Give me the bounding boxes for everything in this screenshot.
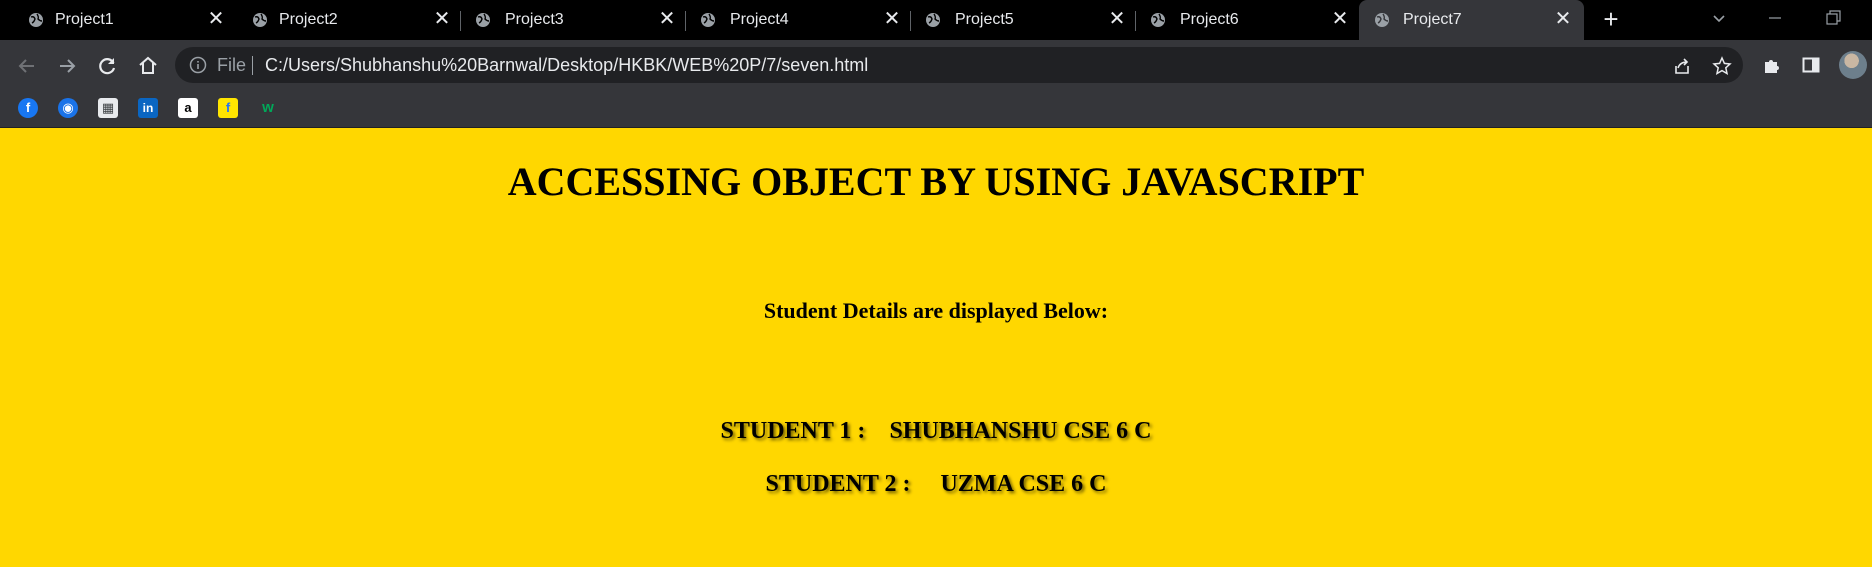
student-row: STUDENT 2 : UZMA CSE 6 C <box>0 471 1872 498</box>
tab-close-icon[interactable]: ✕ <box>1552 8 1574 30</box>
bookmark-star-icon[interactable] <box>1712 56 1732 76</box>
tab-title: Project5 <box>955 11 1014 28</box>
tab-title: Project6 <box>1180 11 1239 28</box>
student-label: STUDENT 1 : <box>720 418 866 444</box>
side-panel-icon[interactable] <box>1801 55 1821 75</box>
tab-close-icon[interactable]: ✕ <box>1329 8 1351 30</box>
student-value: SHUBHANSHU CSE 6 C <box>889 418 1152 444</box>
tab-project7[interactable]: Project7 ✕ <box>1359 0 1584 40</box>
info-icon[interactable] <box>189 56 207 74</box>
amazon-icon[interactable]: a <box>178 98 198 118</box>
browser-toolbar: File C:/Users/Shubhanshu%20Barnwal/Deskt… <box>0 40 1872 90</box>
tab-close-icon[interactable]: ✕ <box>431 8 453 30</box>
new-tab-button[interactable]: + <box>1599 6 1623 32</box>
globe-icon <box>701 13 715 27</box>
tab-title: Project1 <box>55 11 114 28</box>
globe-icon <box>476 13 490 27</box>
bookmarks-bar: f ◉ ▦ in a f w <box>0 90 1872 128</box>
flipkart-icon[interactable]: f <box>218 98 238 118</box>
globe-icon <box>253 13 267 27</box>
restore-icon[interactable] <box>1823 8 1843 28</box>
tab-project5[interactable]: Project5 ✕ <box>911 0 1136 40</box>
back-arrow-icon[interactable] <box>15 54 39 78</box>
globe-icon <box>29 13 43 27</box>
tab-strip: Project1 ✕ Project2 ✕ Project3 ✕ Project… <box>0 0 1872 40</box>
linkedin-icon[interactable]: in <box>138 98 158 118</box>
tab-close-icon[interactable]: ✕ <box>881 8 903 30</box>
student-value: UZMA CSE 6 C <box>940 471 1107 497</box>
student-label: STUDENT 2 : <box>765 471 911 497</box>
minimize-icon[interactable] <box>1765 8 1785 28</box>
facebook-icon[interactable]: f <box>18 98 38 118</box>
share-icon[interactable] <box>1672 56 1692 76</box>
reload-icon[interactable] <box>95 54 119 78</box>
home-icon[interactable] <box>136 54 160 78</box>
bookmark-grid-icon[interactable]: ▦ <box>98 98 118 118</box>
tab-close-icon[interactable]: ✕ <box>1106 8 1128 30</box>
tab-title: Project4 <box>730 11 789 28</box>
student-details-intro: Student Details are displayed Below: <box>763 298 1109 323</box>
extensions-puzzle-icon[interactable] <box>1762 55 1782 75</box>
page-heading: ACCESSING OBJECT BY USING JAVASCRIPT <box>507 159 1365 204</box>
tab-project1[interactable]: Project1 ✕ <box>0 0 236 40</box>
address-separator <box>252 56 253 75</box>
tab-title: Project3 <box>505 11 564 28</box>
bookmark-blue-icon[interactable]: ◉ <box>58 98 78 118</box>
globe-icon <box>1375 13 1389 27</box>
url-text[interactable]: C:/Users/Shubhanshu%20Barnwal/Desktop/HK… <box>265 55 868 76</box>
scheme-label: File <box>217 55 247 75</box>
tab-close-icon[interactable]: ✕ <box>205 8 227 30</box>
globe-icon <box>926 13 940 27</box>
tab-project2[interactable]: Project2 ✕ <box>236 0 461 40</box>
bookmark-w-icon[interactable]: w <box>258 98 278 118</box>
forward-arrow-icon[interactable] <box>55 54 79 78</box>
tab-close-icon[interactable]: ✕ <box>656 8 678 30</box>
tab-project4[interactable]: Project4 ✕ <box>686 0 911 40</box>
tab-project6[interactable]: Project6 ✕ <box>1136 0 1359 40</box>
tab-title: Project7 <box>1403 11 1462 28</box>
globe-icon <box>1151 13 1165 27</box>
tab-project3[interactable]: Project3 ✕ <box>461 0 686 40</box>
tab-title: Project2 <box>279 11 338 28</box>
profile-avatar[interactable] <box>1839 51 1867 79</box>
address-bar[interactable]: File C:/Users/Shubhanshu%20Barnwal/Deskt… <box>175 47 1743 83</box>
student-row: STUDENT 1 : SHUBHANSHU CSE 6 C <box>0 418 1872 445</box>
page-content: ACCESSING OBJECT BY USING JAVASCRIPT Stu… <box>0 128 1872 567</box>
tab-search-chevron-icon[interactable] <box>1709 8 1729 28</box>
